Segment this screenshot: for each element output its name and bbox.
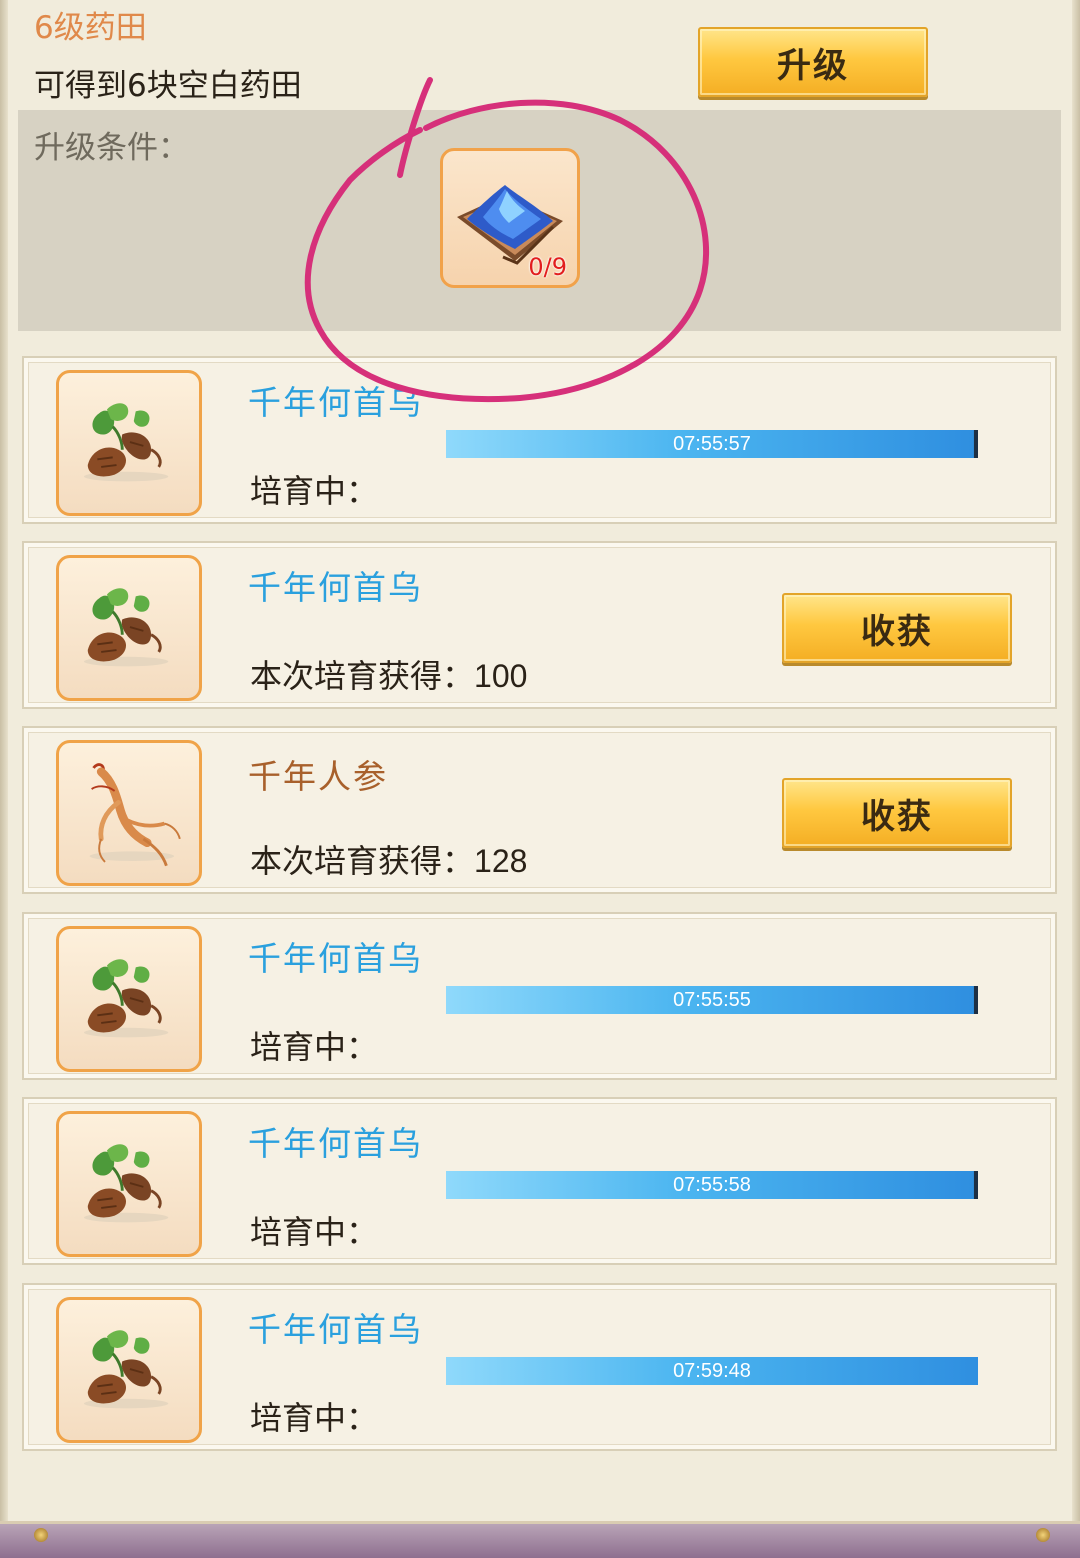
heshouwu-herb-icon bbox=[59, 373, 199, 513]
growth-timer: 07:55:57 bbox=[673, 432, 751, 455]
frame-ornament bbox=[34, 1528, 48, 1542]
growth-timer: 07:59:48 bbox=[673, 1359, 751, 1382]
heshouwu-herb-icon bbox=[59, 1114, 199, 1254]
herb-plot-row: 千年何首乌 07:55:55 培育中： bbox=[22, 912, 1057, 1080]
panel-right-border bbox=[1072, 0, 1080, 1528]
required-item-slot[interactable]: 0/9 bbox=[440, 148, 580, 288]
herb-slot[interactable] bbox=[56, 740, 202, 886]
herb-slot[interactable] bbox=[56, 1111, 202, 1257]
growth-progress-bar: 07:59:48 bbox=[446, 1357, 978, 1385]
growth-progress-bar: 07:55:57 bbox=[446, 430, 978, 458]
growth-status: 培育中： bbox=[250, 472, 379, 510]
heshouwu-herb-icon bbox=[59, 558, 199, 698]
harvest-yield: 本次培育获得：100 bbox=[250, 651, 527, 697]
herb-slot[interactable] bbox=[56, 1297, 202, 1443]
herb-name: 千年何首乌 bbox=[248, 1310, 423, 1349]
herb-slot[interactable] bbox=[56, 926, 202, 1072]
growth-timer: 07:55:58 bbox=[673, 1173, 751, 1196]
growth-status: 培育中： bbox=[250, 1028, 379, 1066]
growth-status: 培育中： bbox=[250, 1399, 379, 1437]
upgrade-condition-panel: 升级条件： 0/9 bbox=[18, 110, 1061, 331]
herb-name: 千年何首乌 bbox=[248, 383, 423, 422]
harvest-yield-label: 本次培育获得： bbox=[250, 842, 475, 880]
harvest-yield: 本次培育获得：128 bbox=[250, 836, 527, 882]
herb-name: 千年何首乌 bbox=[248, 1124, 423, 1163]
required-item-count: 0/9 bbox=[528, 253, 567, 281]
herb-plot-row: 千年何首乌 07:55:57 培育中： bbox=[22, 356, 1057, 524]
ginseng-herb-icon bbox=[59, 743, 199, 883]
field-level-title: 6级药田 bbox=[34, 10, 147, 46]
herb-name: 千年何首乌 bbox=[248, 939, 423, 978]
heshouwu-herb-icon bbox=[59, 1300, 199, 1440]
heshouwu-herb-icon bbox=[59, 929, 199, 1069]
field-description: 可得到6块空白药田 bbox=[34, 68, 302, 104]
herb-name: 千年人参 bbox=[248, 757, 388, 796]
herb-plot-row: 千年人参 本次培育获得：128 收获 bbox=[22, 726, 1057, 894]
herb-plot-row: 千年何首乌 07:55:58 培育中： bbox=[22, 1097, 1057, 1265]
harvest-button[interactable]: 收获 bbox=[782, 593, 1012, 663]
herb-slot[interactable] bbox=[56, 555, 202, 701]
bottom-frame-bar bbox=[0, 1521, 1080, 1558]
herb-slot[interactable] bbox=[56, 370, 202, 516]
panel-left-border bbox=[0, 0, 8, 1528]
harvest-yield-value: 128 bbox=[474, 843, 528, 879]
harvest-yield-label: 本次培育获得： bbox=[250, 657, 475, 695]
growth-timer: 07:55:55 bbox=[673, 988, 751, 1011]
harvest-button[interactable]: 收获 bbox=[782, 778, 1012, 848]
upgrade-button[interactable]: 升级 bbox=[698, 27, 928, 97]
upgrade-condition-label: 升级条件： bbox=[34, 130, 189, 166]
harvest-yield-value: 100 bbox=[474, 658, 528, 694]
frame-ornament bbox=[1036, 1528, 1050, 1542]
growth-progress-bar: 07:55:58 bbox=[446, 1171, 978, 1199]
growth-status: 培育中： bbox=[250, 1213, 379, 1251]
herb-name: 千年何首乌 bbox=[248, 568, 423, 607]
growth-progress-bar: 07:55:55 bbox=[446, 986, 978, 1014]
herb-plot-row: 千年何首乌 本次培育获得：100 收获 bbox=[22, 541, 1057, 709]
herb-plot-row: 千年何首乌 07:59:48 培育中： bbox=[22, 1283, 1057, 1451]
